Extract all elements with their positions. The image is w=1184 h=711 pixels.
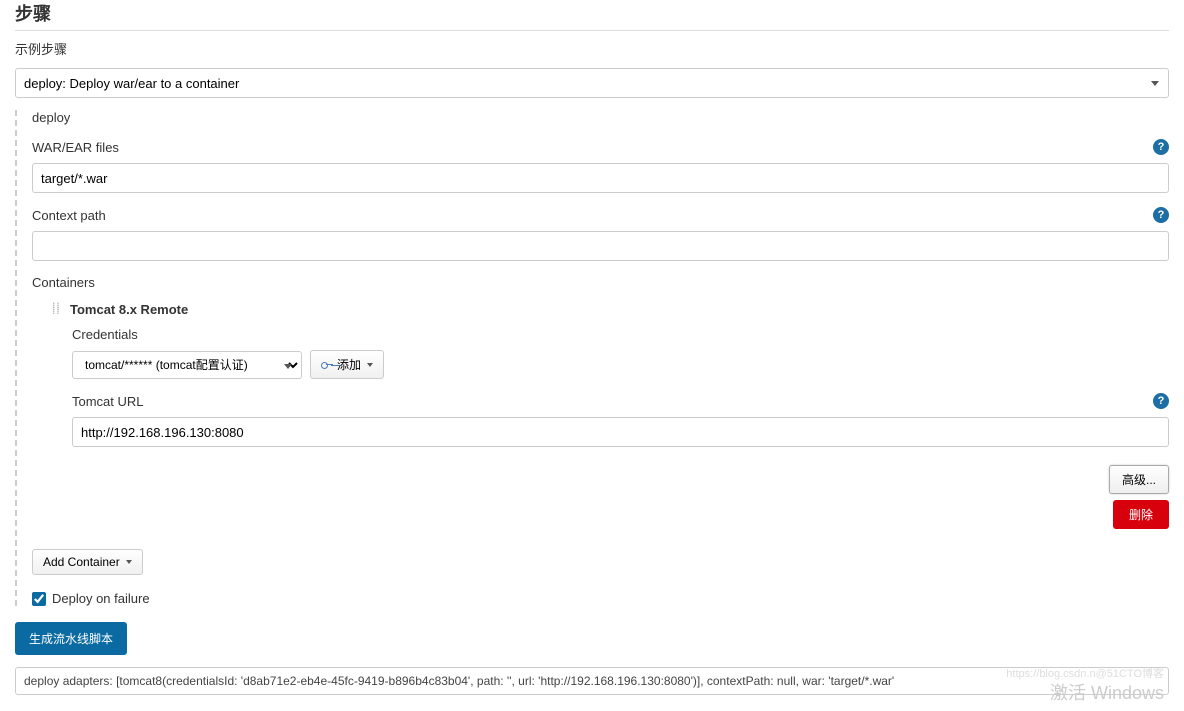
chevron-down-icon: [367, 363, 373, 367]
add-credential-button[interactable]: 添加: [310, 350, 384, 379]
context-path-label: Context path: [32, 208, 106, 223]
key-icon: [321, 361, 333, 368]
tomcat-url-input[interactable]: [72, 417, 1169, 447]
war-files-input[interactable]: [32, 163, 1169, 193]
generate-script-button[interactable]: 生成流水线脚本: [15, 622, 127, 655]
tomcat-url-label: Tomcat URL: [72, 394, 144, 409]
help-icon[interactable]: ?: [1153, 139, 1169, 155]
containers-label: Containers: [32, 275, 95, 290]
chevron-down-icon: [126, 560, 132, 564]
deploy-on-failure-label: Deploy on failure: [52, 591, 150, 606]
section-title: 步骤: [15, 0, 1169, 31]
step-type-select[interactable]: deploy: Deploy war/ear to a container: [15, 68, 1169, 98]
add-container-button[interactable]: Add Container: [32, 549, 143, 575]
credentials-label: Credentials: [72, 327, 138, 342]
script-output[interactable]: deploy adapters: [tomcat8(credentialsId:…: [15, 667, 1169, 695]
help-icon[interactable]: ?: [1153, 393, 1169, 409]
deploy-title: deploy: [32, 110, 70, 125]
deploy-on-failure-checkbox[interactable]: [32, 592, 46, 606]
help-icon[interactable]: ?: [1153, 207, 1169, 223]
context-path-input[interactable]: [32, 231, 1169, 261]
credentials-select[interactable]: tomcat/****** (tomcat配置认证): [72, 351, 302, 379]
delete-button[interactable]: 删除: [1113, 500, 1169, 529]
container-name: Tomcat 8.x Remote: [70, 302, 188, 317]
war-files-label: WAR/EAR files: [32, 140, 119, 155]
drag-handle-icon[interactable]: ⁞⁞⁞⁞: [52, 306, 62, 314]
sample-steps-label: 示例步骤: [15, 39, 1169, 58]
advanced-button[interactable]: 高级...: [1109, 465, 1169, 494]
